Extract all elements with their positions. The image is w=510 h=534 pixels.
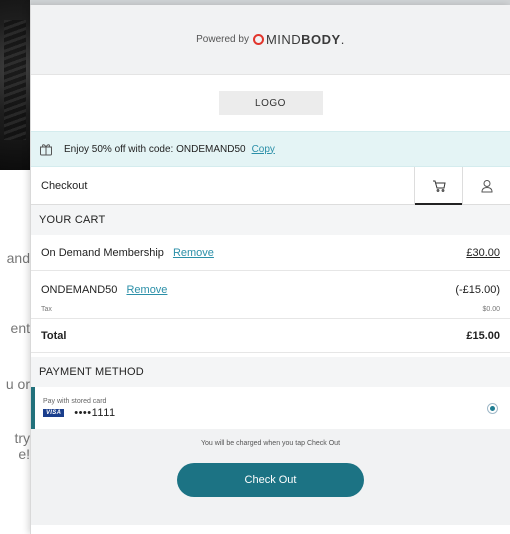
brand-light: MIND (265, 32, 302, 47)
cart-item-price: £30.00 (466, 246, 500, 259)
tax-label: Tax (41, 306, 52, 313)
stored-card-label: Pay with stored card (43, 397, 107, 405)
cart-item-discount: ONDEMAND50 Remove (-£15.00) (31, 271, 510, 301)
card-radio-button[interactable] (487, 402, 498, 414)
background-text-fragment: try (14, 430, 30, 446)
your-cart-heading: YOUR CART (31, 205, 510, 235)
user-icon (480, 179, 493, 192)
background-text-fragment: and (6, 250, 30, 266)
remove-discount-link[interactable]: Remove (126, 284, 167, 296)
powered-by-text: Powered by (196, 34, 249, 45)
checkout-modal: Powered by MIND BODY. LOGO Enjoy 50% off … (30, 5, 510, 534)
total-row: Total £15.00 (31, 319, 510, 353)
background-text-fragment: ent (10, 320, 30, 336)
discount-code-name: ONDEMAND50 (41, 284, 118, 296)
checkout-footer: You will be charged when you tap Check O… (31, 429, 510, 525)
background-text-fragment: e! (18, 446, 30, 462)
tax-value: $0.00 (482, 306, 500, 313)
card-details: VISA ••••1111 (43, 407, 116, 419)
discount-amount: (-£15.00) (455, 284, 500, 296)
powered-by-bar: Powered by MIND BODY. (31, 5, 510, 75)
tab-cart[interactable] (414, 167, 462, 205)
gift-icon (40, 144, 52, 156)
studio-logo-area: LOGO (31, 75, 510, 131)
total-label: Total (41, 329, 67, 342)
background-photo (0, 0, 30, 170)
cart-item: On Demand Membership Remove £30.00 (31, 235, 510, 271)
remove-item-link[interactable]: Remove (173, 247, 214, 259)
mindbody-ring-icon (252, 34, 264, 45)
card-number: ••••1111 (74, 406, 116, 419)
promo-text: Enjoy 50% off with code: ONDEMAND50 (64, 143, 246, 155)
payment-method-heading: PAYMENT METHOD (31, 357, 510, 387)
check-out-button[interactable]: Check Out (177, 463, 364, 497)
checkout-header: Checkout (31, 167, 510, 205)
checkout-title: Checkout (41, 179, 88, 192)
studio-logo: LOGO (218, 91, 323, 115)
total-value: £15.00 (466, 329, 500, 342)
cart-icon (432, 180, 446, 192)
brand-bold: BODY (301, 32, 341, 47)
charge-note: You will be charged when you tap Check O… (200, 440, 341, 447)
cart-item-name: On Demand Membership (41, 246, 164, 259)
tax-row: Tax $0.00 (31, 301, 510, 319)
tab-account[interactable] (462, 167, 510, 204)
promo-banner: Enjoy 50% off with code: ONDEMAND50 Copy (31, 131, 510, 167)
copy-code-link[interactable]: Copy (252, 144, 275, 155)
background-text-fragment: u or (5, 376, 30, 392)
background-page: and ent u or try e! (0, 0, 30, 534)
stored-card-option[interactable]: Pay with stored card VISA ••••1111 (31, 387, 510, 429)
mindbody-logo: MIND BODY. (252, 32, 345, 47)
visa-icon: VISA (43, 408, 65, 417)
